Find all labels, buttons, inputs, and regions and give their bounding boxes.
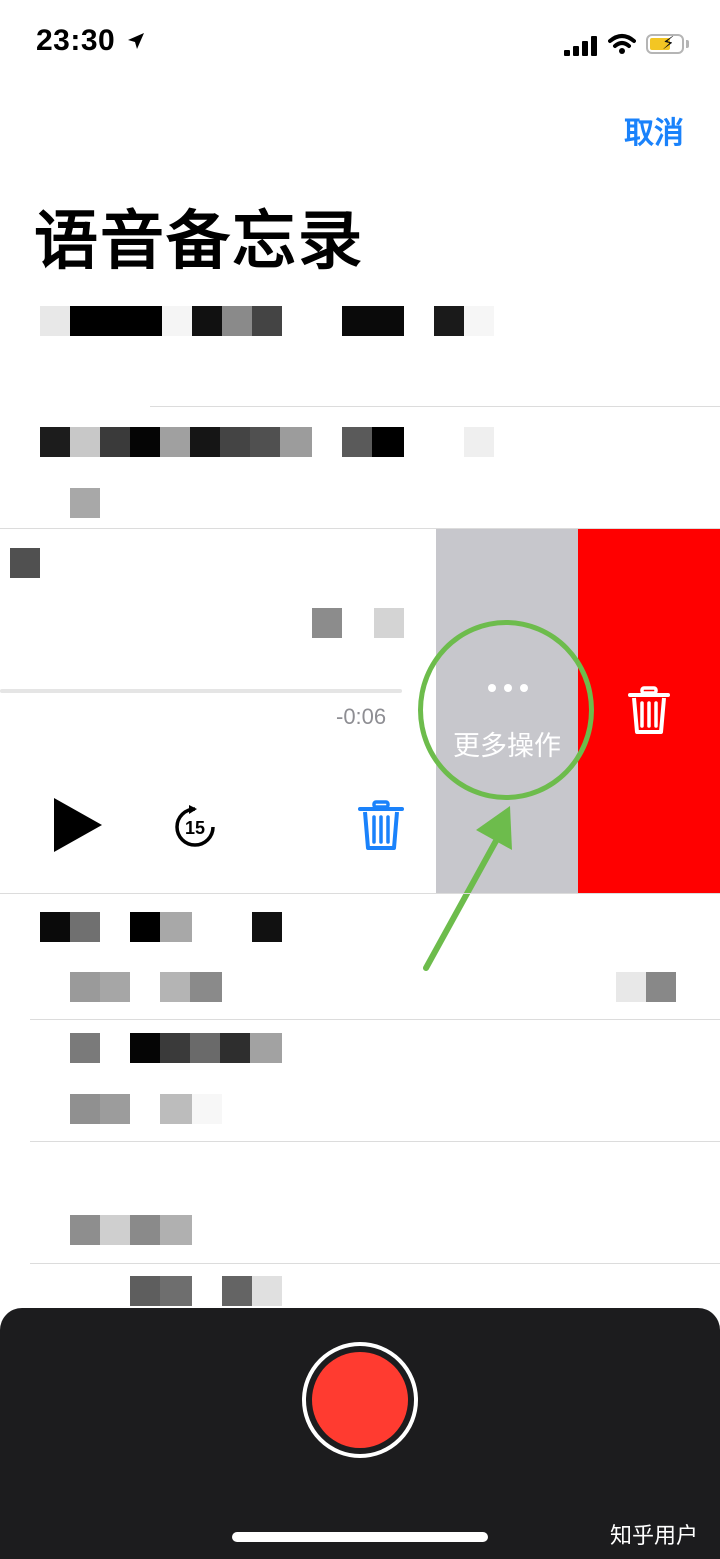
pixelated-text [374,608,404,638]
pixelated-text [342,306,404,336]
annotation-arrow [423,806,512,971]
pixelated-text [160,1094,192,1124]
watermark: 知乎用户 [610,1524,699,1549]
pixelated-text [160,1033,190,1063]
pixelated-text [434,306,464,336]
pixelated-text [70,1215,100,1245]
pixelated-text [192,306,222,336]
location-arrow-icon [128,33,145,49]
pixelated-text [100,1215,130,1245]
pixelated-text [130,1033,160,1063]
pixelated-text [100,427,130,457]
home-indicator[interactable] [232,1532,488,1542]
pixelated-text [70,427,100,457]
battery-icon: ⚡ [646,33,684,54]
record-button[interactable] [312,1352,408,1448]
row-separator [30,1141,720,1142]
pixelated-text [160,427,190,457]
pixelated-text [222,306,252,336]
cancel-button[interactable]: 取消 [624,108,684,152]
page-title: 语音备忘录 [34,205,364,279]
skip-label: 15 [185,818,205,838]
pixelated-text [70,488,100,518]
playback-scrubber[interactable] [0,689,402,693]
battery-tip [686,40,689,48]
pixelated-text [100,1094,130,1124]
pixelated-text [250,1033,282,1063]
pixelated-text [70,306,162,336]
pixelated-text [220,427,250,457]
pixelated-text [70,912,100,942]
pixelated-text [190,1033,220,1063]
pixelated-text [40,427,70,457]
pixelated-text [160,912,192,942]
pixelated-text [342,427,372,457]
cellular-signal-icon [564,36,600,56]
row-separator [0,893,720,894]
pixelated-text [464,306,494,336]
pixelated-text [40,306,70,336]
pixelated-text [130,912,160,942]
pixelated-text [312,608,342,638]
trash-icon[interactable] [358,800,404,852]
pixelated-text [100,972,130,1002]
pixelated-text [250,427,280,457]
play-button[interactable] [54,798,102,852]
pixelated-text [252,1276,282,1306]
pixelated-text [190,972,222,1002]
pixelated-text [192,1094,222,1124]
row-separator [30,1019,720,1020]
row-separator [30,1263,720,1264]
pixelated-text [160,1276,192,1306]
trash-icon [628,686,670,734]
skip-back-15-icon[interactable]: 15 [172,804,218,850]
time-remaining: -0:06 [336,704,387,729]
pixelated-text [222,1276,252,1306]
pixelated-text [252,912,282,942]
pixelated-text [70,1033,100,1063]
pixelated-text [70,1094,100,1124]
status-time: 23:30 [36,24,146,58]
pixelated-text [372,427,404,457]
pixelated-text [10,548,40,578]
pixelated-text [220,1033,250,1063]
highlight-circle [418,620,594,800]
pixelated-text [130,427,160,457]
pixelated-text [190,427,220,457]
wifi-icon [608,34,636,54]
pixelated-text [40,912,70,942]
pixelated-text [280,427,312,457]
pixelated-text [130,1215,160,1245]
pixelated-text [252,306,282,336]
pixelated-text [130,1276,160,1306]
pixelated-text [70,972,100,1002]
pixelated-text [646,972,676,1002]
pixelated-text [162,306,192,336]
pixelated-text [160,972,190,1002]
row-separator [150,406,720,407]
pixelated-text [464,427,494,457]
pixelated-text [616,972,646,1002]
pixelated-text [160,1215,192,1245]
